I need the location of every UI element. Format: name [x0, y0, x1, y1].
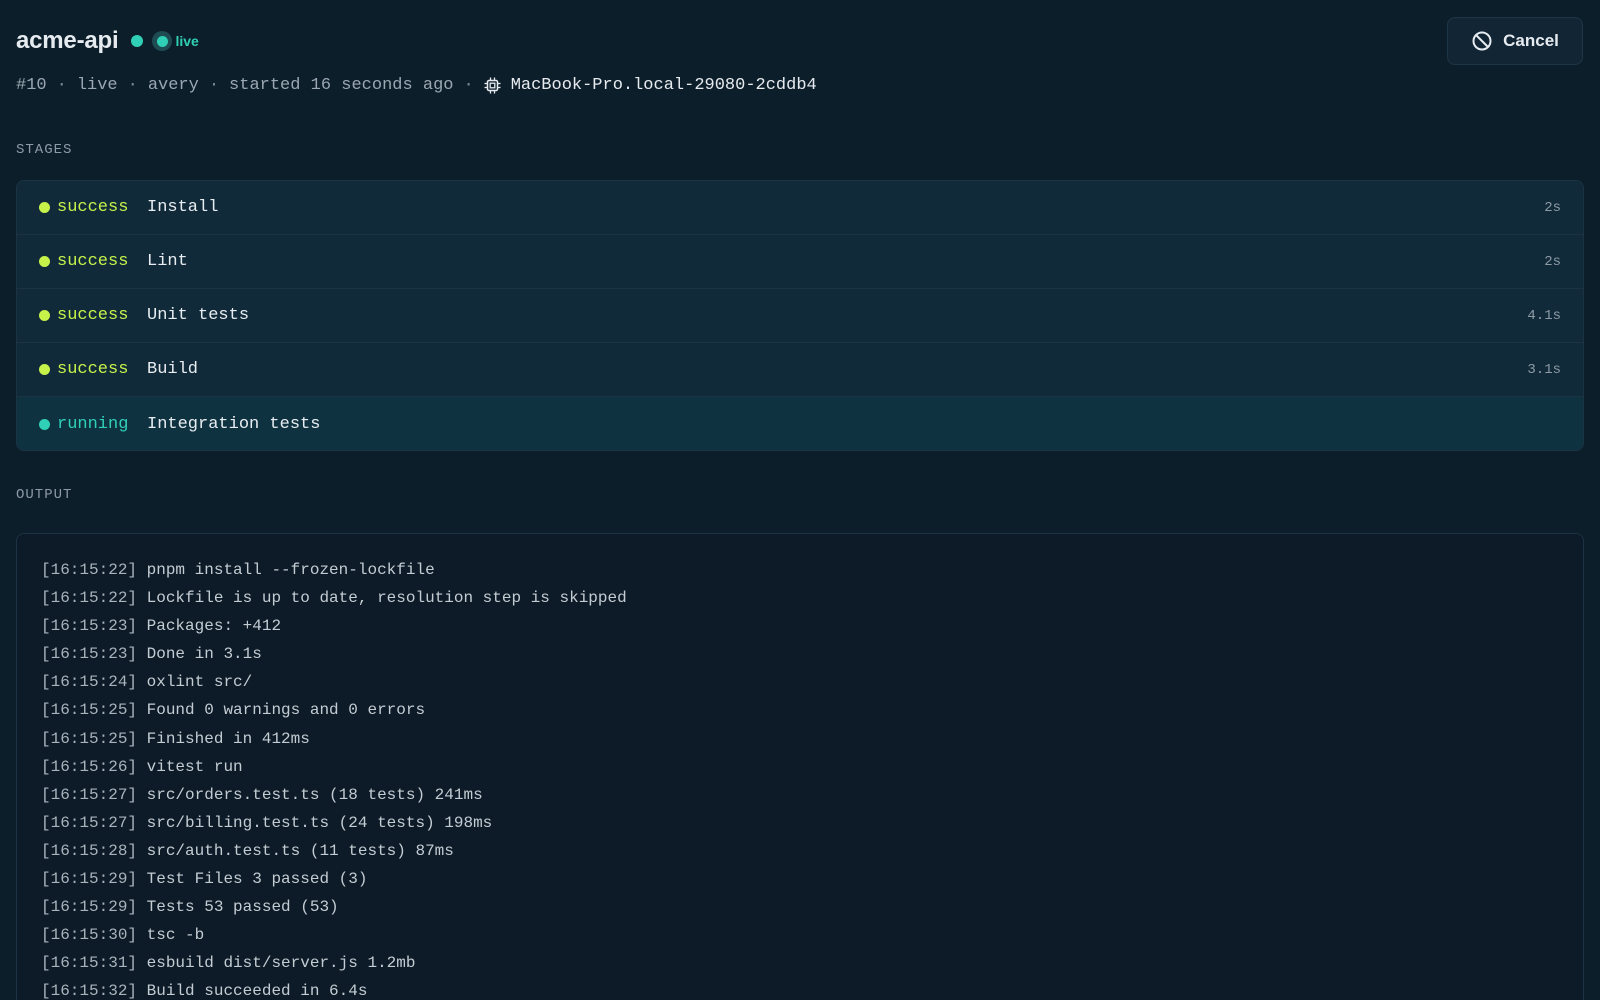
log-text: Tests 53 passed (53) [146, 898, 339, 917]
stage-row[interactable]: running Integration tests [17, 397, 1583, 450]
log-text: Finished in 412ms [146, 729, 310, 748]
run-status: live [76, 75, 118, 95]
stage-status: running [57, 415, 129, 434]
stage-row[interactable]: success Build 3.1s [17, 343, 1583, 397]
status-dot [131, 35, 144, 47]
log-text: Test Files 3 passed (3) [146, 870, 368, 889]
log-line: [16:15:31] esbuild dist/server.js 1.2mb [41, 949, 1559, 977]
ban-icon [1471, 30, 1493, 52]
log-timestamp: [16:15:28] [41, 841, 138, 860]
stage-duration: 2s [1544, 253, 1561, 270]
stage-name: Build [147, 360, 199, 379]
log-line: [16:15:32] Build succeeded in 6.4s [41, 977, 1559, 1000]
meta-separator: · [208, 75, 220, 95]
log-timestamp: [16:15:25] [41, 729, 138, 748]
log-text: vitest run [146, 757, 243, 776]
stage-duration: 3.1s [1527, 361, 1561, 378]
log-text: Done in 3.1s [146, 645, 262, 664]
log-timestamp: [16:15:23] [41, 645, 138, 664]
stage-row[interactable]: success Unit tests 4.1s [17, 289, 1583, 343]
log-timestamp: [16:15:29] [41, 898, 138, 917]
log-line: [16:15:27] src/billing.test.ts (24 tests… [41, 809, 1559, 837]
log-text: pnpm install --frozen-lockfile [146, 561, 435, 579]
run-user: avery [147, 75, 199, 95]
run-meta: #10 · live · avery · started 16 seconds … [16, 74, 817, 96]
log-line: [16:15:22] Lockfile is up to date, resol… [41, 584, 1559, 612]
log-text: tsc -b [146, 926, 205, 945]
log-line: [16:15:29] Test Files 3 passed (3) [41, 865, 1559, 893]
page-header: acme-api live [16, 24, 199, 58]
log-line: [16:15:29] Tests 53 passed (53) [41, 893, 1559, 921]
stage-status-dot [39, 310, 50, 321]
log-timestamp: [16:15:22] [41, 589, 138, 608]
log-text: esbuild dist/server.js 1.2mb [146, 954, 416, 973]
stage-status: success [57, 306, 129, 325]
log-line: [16:15:25] Finished in 412ms [41, 725, 1559, 753]
cancel-button[interactable]: Cancel [1447, 17, 1583, 65]
log-line: [16:15:27] src/orders.test.ts (18 tests)… [41, 781, 1559, 809]
output-log[interactable]: [16:15:22] pnpm install --frozen-lockfil… [16, 533, 1584, 1000]
stages-list: success Install 2s success Lint 2s success Unit… [16, 180, 1584, 451]
stage-row[interactable]: success Lint 2s [17, 235, 1583, 289]
log-timestamp: [16:15:26] [41, 757, 138, 776]
meta-separator: · [56, 75, 67, 95]
page-title: acme-api [16, 27, 119, 54]
log-timestamp: [16:15:22] [41, 561, 138, 579]
stage-name: Integration tests [147, 415, 321, 434]
run-number: #10 [16, 75, 47, 95]
log-text: Build succeeded in 6.4s [146, 982, 368, 1000]
log-line: [16:15:30] tsc -b [41, 921, 1559, 949]
log-timestamp: [16:15:27] [41, 785, 138, 804]
log-timestamp: [16:15:23] [41, 617, 138, 636]
log-line: [16:15:28] src/auth.test.ts (11 tests) 8… [41, 837, 1559, 865]
log-timestamp: [16:15:27] [41, 813, 138, 832]
stage-status: success [57, 252, 129, 271]
run-started: started 16 seconds ago [229, 75, 454, 95]
cancel-button-label: Cancel [1503, 31, 1559, 50]
log-timestamp: [16:15:29] [41, 870, 138, 889]
stage-name: Lint [147, 252, 188, 271]
live-badge: live [152, 31, 199, 51]
stage-status-dot [39, 256, 50, 267]
stage-duration: 2s [1544, 199, 1561, 216]
log-line: [16:15:25] Found 0 warnings and 0 errors [41, 696, 1559, 724]
cpu-chip-icon [484, 77, 501, 94]
stage-status: success [57, 198, 129, 217]
log-text: Found 0 warnings and 0 errors [146, 701, 426, 720]
stage-status: success [57, 360, 129, 379]
log-text: Lockfile is up to date, resolution step … [146, 589, 627, 608]
log-timestamp: [16:15:32] [41, 982, 138, 1000]
log-text: src/billing.test.ts (24 tests) 198ms [146, 813, 493, 832]
meta-separator: · [463, 75, 474, 95]
stage-name: Install [147, 198, 219, 217]
log-line: [16:15:24] oxlint src/ [41, 668, 1559, 696]
log-line: [16:15:26] vitest run [41, 753, 1559, 781]
log-timestamp: [16:15:25] [41, 701, 138, 720]
live-indicator-icon [152, 31, 173, 51]
log-text: Packages: +412 [146, 617, 282, 636]
stage-status-dot [39, 202, 50, 213]
output-heading: OUTPUT [16, 487, 73, 503]
stage-status-dot [39, 419, 50, 430]
log-timestamp: [16:15:31] [41, 954, 138, 973]
log-timestamp: [16:15:24] [41, 673, 138, 692]
meta-separator: · [127, 75, 138, 95]
stage-duration: 4.1s [1527, 307, 1561, 324]
live-badge-label: live [175, 33, 199, 49]
log-text: src/orders.test.ts (18 tests) 241ms [146, 785, 483, 804]
log-text: src/auth.test.ts (11 tests) 87ms [146, 841, 454, 860]
log-timestamp: [16:15:30] [41, 926, 138, 945]
stages-heading: STAGES [16, 142, 73, 158]
log-text: oxlint src/ [146, 673, 253, 692]
stage-name: Unit tests [147, 306, 250, 325]
log-line: [16:15:22] pnpm install --frozen-lockfil… [41, 556, 1559, 584]
stage-row[interactable]: success Install 2s [17, 181, 1583, 235]
stage-status-dot [39, 364, 50, 375]
log-line: [16:15:23] Packages: +412 [41, 612, 1559, 640]
log-line: [16:15:23] Done in 3.1s [41, 640, 1559, 668]
run-host: MacBook-Pro.local-29080-2cddb4 [510, 75, 817, 95]
